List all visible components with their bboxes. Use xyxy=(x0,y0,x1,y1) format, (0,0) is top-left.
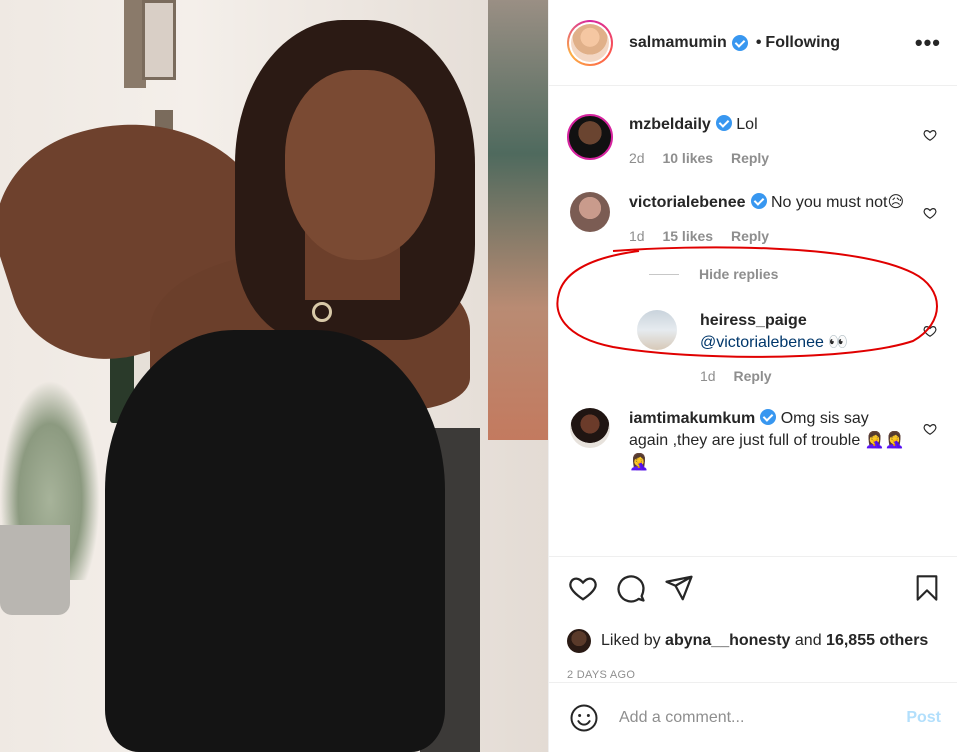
comment-item: mzbeldaily Lol 2d 10 likes Reply xyxy=(567,114,941,166)
photo-person-face xyxy=(285,70,435,260)
author-avatar-image xyxy=(571,23,609,62)
photo-person-dress xyxy=(105,330,445,752)
comment-age[interactable]: 1d xyxy=(629,228,645,244)
hide-replies-label: Hide replies xyxy=(699,266,779,282)
liker-username[interactable]: abyna__honesty xyxy=(665,632,790,650)
post-actions: Liked by abyna__honesty and 16,855 other… xyxy=(549,556,957,681)
comment-username[interactable]: victorialebenee xyxy=(629,194,746,211)
comment-age[interactable]: 1d xyxy=(700,368,716,384)
comments-list[interactable]: mzbeldaily Lol 2d 10 likes Reply victori… xyxy=(549,86,957,556)
comment-text: No you must not😥 xyxy=(770,194,905,211)
liker-avatar[interactable] xyxy=(567,629,591,653)
author-avatar[interactable] xyxy=(567,19,613,66)
separator-dot: • xyxy=(755,33,762,51)
like-heart-icon[interactable] xyxy=(567,573,599,603)
like-comment-heart-icon[interactable] xyxy=(923,324,937,338)
more-options-icon[interactable]: ••• xyxy=(915,31,941,53)
like-comment-heart-icon[interactable] xyxy=(923,422,937,436)
reply-button[interactable]: Reply xyxy=(733,368,771,384)
comment-likes[interactable]: 15 likes xyxy=(662,228,713,244)
photo-painting xyxy=(488,0,548,440)
likes-mid: and xyxy=(794,632,822,649)
photo-pendant xyxy=(312,302,332,322)
reply-item: heiress_paige @victorialebenee 👀 1d Repl… xyxy=(637,310,941,384)
commenter-avatar[interactable] xyxy=(570,408,610,448)
commenter-avatar[interactable] xyxy=(637,310,677,350)
post-date[interactable]: 2 DAYS AGO xyxy=(567,669,941,681)
emoji-smiley-icon[interactable] xyxy=(569,703,599,733)
add-comment-input[interactable] xyxy=(619,708,907,727)
photo-wall-frame xyxy=(142,0,176,80)
photo-plant-pot xyxy=(0,525,70,615)
post-comment-button[interactable]: Post xyxy=(906,709,941,727)
commenter-avatar[interactable] xyxy=(567,114,613,160)
post-photo[interactable] xyxy=(0,0,548,752)
like-comment-heart-icon[interactable] xyxy=(923,128,937,142)
comment-age[interactable]: 2d xyxy=(629,150,645,166)
comment-username[interactable]: mzbeldaily xyxy=(629,116,711,133)
comment-bubble-icon[interactable] xyxy=(615,573,647,603)
comment-text: Lol xyxy=(736,116,758,133)
like-comment-heart-icon[interactable] xyxy=(923,206,937,220)
comment-item: iamtimakumkum Omg sis say again ,they ar… xyxy=(567,408,941,474)
verified-badge-icon xyxy=(760,409,777,425)
verified-badge-icon xyxy=(715,115,732,131)
post-header: salmamumin • Following ••• xyxy=(549,0,957,86)
hide-replies-button[interactable]: Hide replies xyxy=(649,266,941,282)
comment-text[interactable]: @victorialebenee 👀 xyxy=(700,332,911,354)
comment-likes[interactable]: 10 likes xyxy=(662,150,713,166)
reply-button[interactable]: Reply xyxy=(731,228,769,244)
verified-badge-icon xyxy=(731,34,748,51)
comment-username[interactable]: iamtimakumkum xyxy=(629,410,755,427)
replies-divider xyxy=(649,273,679,275)
post-side-panel: salmamumin • Following ••• mzbeldaily Lo… xyxy=(548,0,957,752)
following-button[interactable]: Following xyxy=(765,34,840,52)
bookmark-icon[interactable] xyxy=(913,572,941,604)
share-paper-plane-icon[interactable] xyxy=(663,573,695,603)
likes-prefix: Liked by xyxy=(601,632,661,649)
author-username[interactable]: salmamumin xyxy=(629,34,727,52)
likes-summary: Liked by abyna__honesty and 16,855 other… xyxy=(567,629,941,653)
likes-count[interactable]: 16,855 others xyxy=(826,632,928,650)
post-modal: salmamumin • Following ••• mzbeldaily Lo… xyxy=(0,0,957,752)
comment-username[interactable]: heiress_paige xyxy=(700,310,911,332)
reply-button[interactable]: Reply xyxy=(731,150,769,166)
comment-item: victorialebenee No you must not😥 1d 15 l… xyxy=(567,192,941,244)
add-comment-bar: Post xyxy=(549,682,957,752)
commenter-avatar[interactable] xyxy=(570,192,610,232)
verified-badge-icon xyxy=(750,193,767,209)
